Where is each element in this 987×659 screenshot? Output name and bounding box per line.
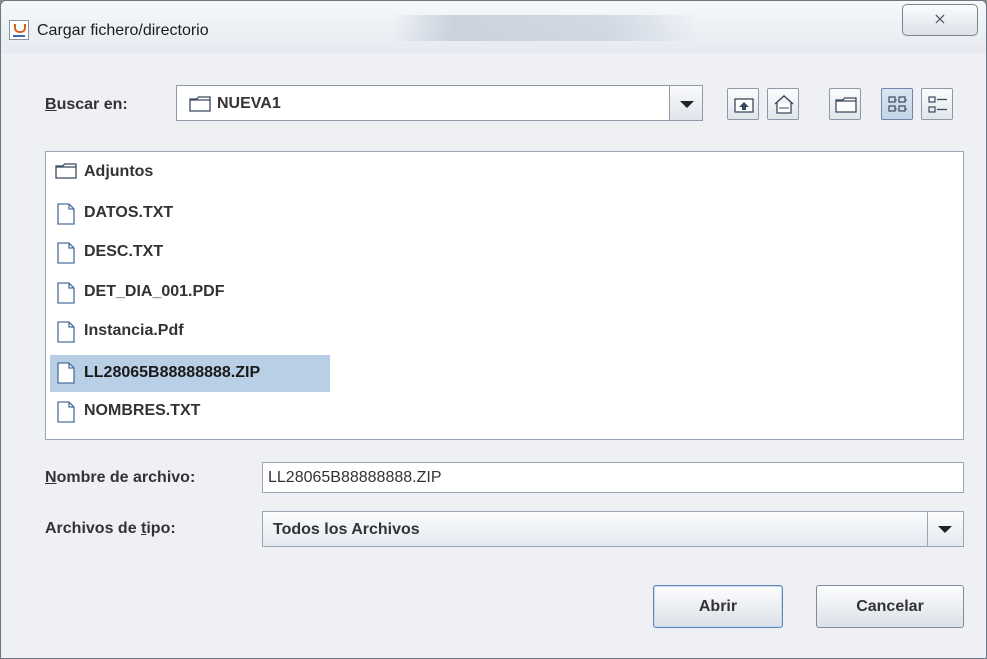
java-app-icon [9, 20, 29, 40]
file-icon [57, 242, 75, 264]
file-type-dropdown-button[interactable] [927, 512, 963, 546]
close-icon: ⨯ [933, 11, 947, 28]
file-name-input[interactable] [262, 462, 964, 493]
file-name: DESC.TXT [84, 243, 164, 260]
open-button[interactable]: Abrir [653, 585, 783, 628]
file-name: DET_DIA_001.PDF [84, 283, 225, 300]
file-icon [57, 321, 75, 343]
file-type-combo[interactable]: Todos los Archivos [262, 511, 964, 547]
file-name-label-text: ombre de archivo: [56, 469, 196, 486]
folder-icon [55, 163, 77, 179]
look-in-label: Buscar en: [45, 96, 128, 114]
file-name: Adjuntos [84, 163, 154, 180]
new-folder-button[interactable] [829, 88, 861, 120]
file-type-label-text: Archivos de [45, 520, 142, 537]
look-in-dropdown-button[interactable] [669, 85, 703, 121]
file-name: Instancia.Pdf [84, 322, 184, 339]
list-item-file-selected[interactable]: LL28065B88888888.ZIP [50, 355, 330, 392]
file-name-label: Nombre de archivo: [45, 469, 195, 487]
file-name: DATOS.TXT [84, 204, 174, 221]
file-type-selected: Todos los Archivos [273, 521, 420, 538]
list-view-button[interactable] [881, 88, 913, 120]
home-button[interactable] [767, 88, 799, 120]
file-name: NOMBRES.TXT [84, 402, 201, 419]
list-view-icon [888, 96, 907, 112]
details-view-button[interactable] [921, 88, 953, 120]
file-name: LL28065B88888888.ZIP [84, 364, 261, 381]
file-type-label-text-end: ipo: [146, 520, 176, 537]
file-icon [57, 282, 75, 304]
file-icon [57, 203, 75, 225]
title-bar-reflection [391, 15, 701, 41]
look-in-label-mnemonic: B [45, 96, 57, 113]
file-icon [57, 362, 75, 384]
home-icon [774, 94, 794, 114]
file-name-label-mnemonic: N [45, 469, 57, 486]
title-bar[interactable]: Cargar fichero/directorio ⨯ [1, 1, 986, 53]
cancel-button[interactable]: Cancelar [816, 585, 964, 628]
window-title: Cargar fichero/directorio [37, 22, 209, 39]
file-chooser-dialog: Cargar fichero/directorio ⨯ Buscar en: N… [0, 0, 987, 659]
up-one-level-button[interactable] [727, 88, 759, 120]
look-in-label-text: uscar en: [56, 96, 128, 113]
look-in-combo[interactable]: NUEVA1 [176, 85, 703, 121]
close-button[interactable]: ⨯ [902, 4, 978, 36]
file-list[interactable]: Adjuntos DATOS.TXT DESC.TXT DET_DIA_001.… [45, 151, 964, 440]
file-type-label: Archivos de tipo: [45, 520, 176, 538]
folder-icon [189, 96, 211, 112]
new-folder-icon [835, 97, 857, 113]
current-folder: NUEVA1 [217, 95, 281, 112]
file-icon [57, 401, 75, 423]
details-view-icon [928, 96, 947, 113]
up-one-level-icon [734, 98, 754, 113]
